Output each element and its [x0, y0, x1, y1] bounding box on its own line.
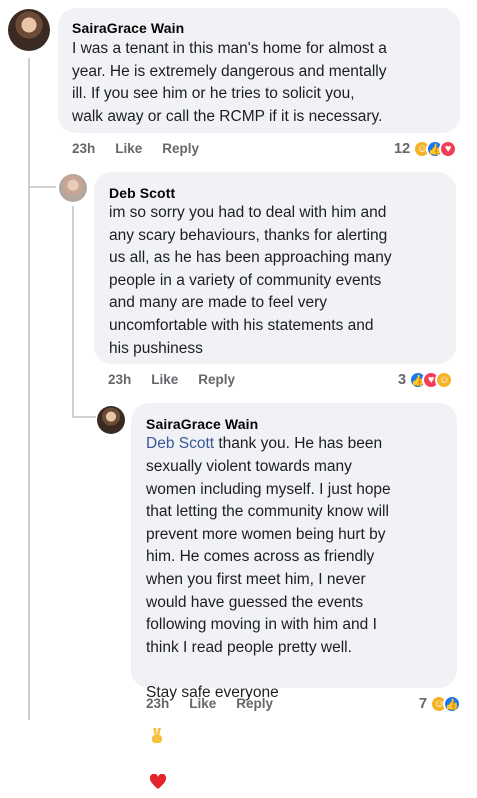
- like-button[interactable]: Like: [151, 372, 178, 387]
- comment-actions: 23h Like Reply: [108, 372, 235, 387]
- timestamp[interactable]: 23h: [108, 372, 131, 387]
- reply-button[interactable]: Reply: [198, 372, 235, 387]
- thread-line-main: [28, 58, 30, 720]
- comment-actions: 23h Like Reply: [146, 696, 273, 711]
- thread-line-deb: [72, 206, 74, 416]
- love-reaction-icon: ♥: [439, 140, 458, 158]
- reply-button[interactable]: Reply: [162, 141, 199, 156]
- comment-author[interactable]: Deb Scott: [109, 185, 175, 201]
- comment-last-line: Stay safe everyone: [146, 659, 456, 798]
- comment-text: sexually violent towards many women incl…: [146, 458, 391, 656]
- reaction-summary[interactable]: 12 ☺ 👍 ♥: [394, 140, 458, 158]
- like-button[interactable]: Like: [189, 696, 216, 711]
- reaction-count: 12: [394, 141, 411, 157]
- comment-author[interactable]: SairaGrace Wain: [146, 416, 258, 432]
- reaction-summary[interactable]: 7 ☺ 👍: [419, 695, 462, 713]
- avatar[interactable]: [8, 9, 50, 51]
- thread-line-branch-2: [72, 416, 96, 418]
- like-button[interactable]: Like: [115, 141, 142, 156]
- victory-hand-icon: [150, 704, 164, 751]
- care-reaction-icon: ☺: [435, 371, 454, 389]
- timestamp[interactable]: 23h: [146, 696, 169, 711]
- reply-button[interactable]: Reply: [236, 696, 273, 711]
- comment-actions: 23h Like Reply: [72, 141, 199, 156]
- heart-icon: [149, 751, 167, 797]
- reaction-count: 7: [419, 696, 428, 712]
- comment-text: I was a tenant in this man's home for al…: [72, 40, 387, 125]
- reaction-summary[interactable]: 3 👍 ♥ ☺: [398, 371, 454, 389]
- comment-author[interactable]: SairaGrace Wain: [72, 20, 184, 36]
- comment-first-line: Deb Scott thank you. He has been: [146, 433, 456, 456]
- timestamp[interactable]: 23h: [72, 141, 95, 156]
- comment-text: im so sorry you had to deal with him and…: [109, 204, 392, 357]
- like-reaction-icon: 👍: [443, 695, 462, 713]
- reaction-count: 3: [398, 372, 407, 388]
- avatar[interactable]: [97, 406, 125, 434]
- mention-link[interactable]: Deb Scott: [146, 435, 214, 452]
- thread-line-branch-1: [28, 186, 56, 188]
- avatar[interactable]: [59, 174, 87, 202]
- comment-text-first: thank you. He has been: [214, 435, 383, 452]
